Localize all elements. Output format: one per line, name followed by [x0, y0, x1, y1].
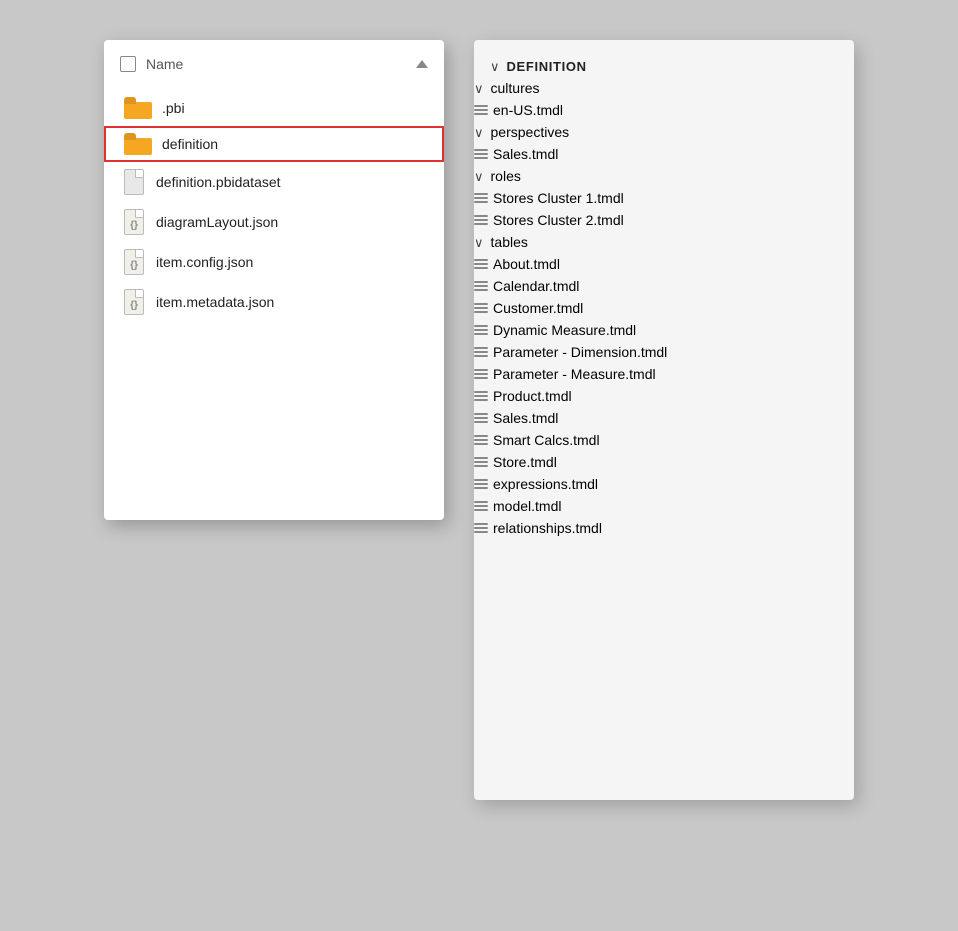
left-panel: Name .pbi definition definition.pbidatas… — [104, 40, 444, 520]
folder-icon — [124, 97, 152, 119]
chevron-down-icon: ∨ — [474, 170, 484, 183]
file-row[interactable]: Parameter - Dimension.tmdl — [474, 341, 854, 363]
json-file-icon: {} — [124, 209, 146, 235]
panel-header: Name — [104, 52, 444, 82]
file-row[interactable]: relationships.tmdl — [474, 517, 854, 539]
file-label: Store.tmdl — [493, 454, 557, 470]
name-column-header: Name — [146, 56, 183, 72]
file-label: Stores Cluster 1.tmdl — [493, 190, 624, 206]
tmdl-icon — [474, 457, 488, 467]
root-label: DEFINITION — [507, 59, 587, 74]
file-label: model.tmdl — [493, 498, 561, 514]
tmdl-icon — [474, 303, 488, 313]
perspectives-group-row[interactable]: ∨ perspectives — [474, 121, 854, 143]
roles-group-row[interactable]: ∨ roles — [474, 165, 854, 187]
file-label: Sales.tmdl — [493, 146, 558, 162]
file-label: Customer.tmdl — [493, 300, 583, 316]
item-label: definition.pbidataset — [156, 174, 281, 190]
file-row[interactable]: Product.tmdl — [474, 385, 854, 407]
tmdl-icon — [474, 369, 488, 379]
definition-root-row[interactable]: ∨ DEFINITION — [474, 56, 854, 77]
tmdl-icon — [474, 501, 488, 511]
tmdl-icon — [474, 259, 488, 269]
tmdl-icon — [474, 479, 488, 489]
tmdl-icon — [474, 391, 488, 401]
item-label: definition — [162, 136, 218, 152]
file-label: Stores Cluster 2.tmdl — [493, 212, 624, 228]
file-row[interactable]: expressions.tmdl — [474, 473, 854, 495]
tmdl-icon — [474, 149, 488, 159]
tmdl-icon — [474, 413, 488, 423]
file-label: About.tmdl — [493, 256, 560, 272]
chevron-down-icon: ∨ — [474, 236, 484, 249]
list-item[interactable]: {} item.metadata.json — [104, 282, 444, 322]
file-label: expressions.tmdl — [493, 476, 598, 492]
list-item[interactable]: {} item.config.json — [104, 242, 444, 282]
item-label: item.config.json — [156, 254, 253, 270]
group-label: cultures — [491, 80, 540, 96]
file-list: .pbi definition definition.pbidataset {} — [104, 82, 444, 330]
sort-chevron-icon[interactable] — [416, 60, 428, 68]
file-row[interactable]: Dynamic Measure.tmdl — [474, 319, 854, 341]
item-label: .pbi — [162, 100, 185, 116]
file-label: Sales.tmdl — [493, 410, 558, 426]
panels-wrapper: Name .pbi definition definition.pbidatas… — [104, 40, 854, 800]
list-item[interactable]: {} diagramLayout.json — [104, 202, 444, 242]
tmdl-icon — [474, 435, 488, 445]
file-row[interactable]: model.tmdl — [474, 495, 854, 517]
list-item-definition[interactable]: definition — [104, 126, 444, 162]
cultures-group-row[interactable]: ∨ cultures — [474, 77, 854, 99]
group-label: tables — [491, 234, 528, 250]
file-row[interactable]: Sales.tmdl — [474, 407, 854, 429]
file-label: en-US.tmdl — [493, 102, 563, 118]
tmdl-icon — [474, 105, 488, 115]
file-row[interactable]: Customer.tmdl — [474, 297, 854, 319]
file-label: Parameter - Measure.tmdl — [493, 366, 656, 382]
group-label: perspectives — [491, 124, 570, 140]
item-label: diagramLayout.json — [156, 214, 278, 230]
list-item[interactable]: .pbi — [104, 90, 444, 126]
file-label: Calendar.tmdl — [493, 278, 579, 294]
chevron-down-icon: ∨ — [490, 60, 500, 73]
tree-root: ∨ DEFINITION ∨ cultures en-US.tmdl ∨ per… — [474, 56, 854, 539]
tmdl-icon — [474, 523, 488, 533]
chevron-down-icon: ∨ — [474, 82, 484, 95]
json-file-icon: {} — [124, 249, 146, 275]
item-label: item.metadata.json — [156, 294, 274, 310]
file-row[interactable]: Parameter - Measure.tmdl — [474, 363, 854, 385]
file-label: Parameter - Dimension.tmdl — [493, 344, 667, 360]
file-row[interactable]: About.tmdl — [474, 253, 854, 275]
tmdl-icon — [474, 215, 488, 225]
list-item[interactable]: definition.pbidataset — [104, 162, 444, 202]
json-file-icon: {} — [124, 289, 146, 315]
tmdl-icon — [474, 281, 488, 291]
right-panel: ∨ DEFINITION ∨ cultures en-US.tmdl ∨ per… — [474, 40, 854, 800]
chevron-down-icon: ∨ — [474, 126, 484, 139]
tables-group-row[interactable]: ∨ tables — [474, 231, 854, 253]
file-row[interactable]: Store.tmdl — [474, 451, 854, 473]
file-label: Dynamic Measure.tmdl — [493, 322, 636, 338]
file-row[interactable]: Stores Cluster 2.tmdl — [474, 209, 854, 231]
tmdl-icon — [474, 347, 488, 357]
file-row[interactable]: en-US.tmdl — [474, 99, 854, 121]
file-row[interactable]: Stores Cluster 1.tmdl — [474, 187, 854, 209]
file-row[interactable]: Smart Calcs.tmdl — [474, 429, 854, 451]
tmdl-icon — [474, 193, 488, 203]
group-label: roles — [491, 168, 521, 184]
header-left: Name — [120, 56, 183, 72]
file-label: relationships.tmdl — [493, 520, 602, 536]
file-icon — [124, 169, 146, 195]
tmdl-icon — [474, 325, 488, 335]
select-all-checkbox[interactable] — [120, 56, 136, 72]
file-row[interactable]: Calendar.tmdl — [474, 275, 854, 297]
file-label: Smart Calcs.tmdl — [493, 432, 600, 448]
file-row[interactable]: Sales.tmdl — [474, 143, 854, 165]
file-label: Product.tmdl — [493, 388, 572, 404]
folder-icon — [124, 133, 152, 155]
